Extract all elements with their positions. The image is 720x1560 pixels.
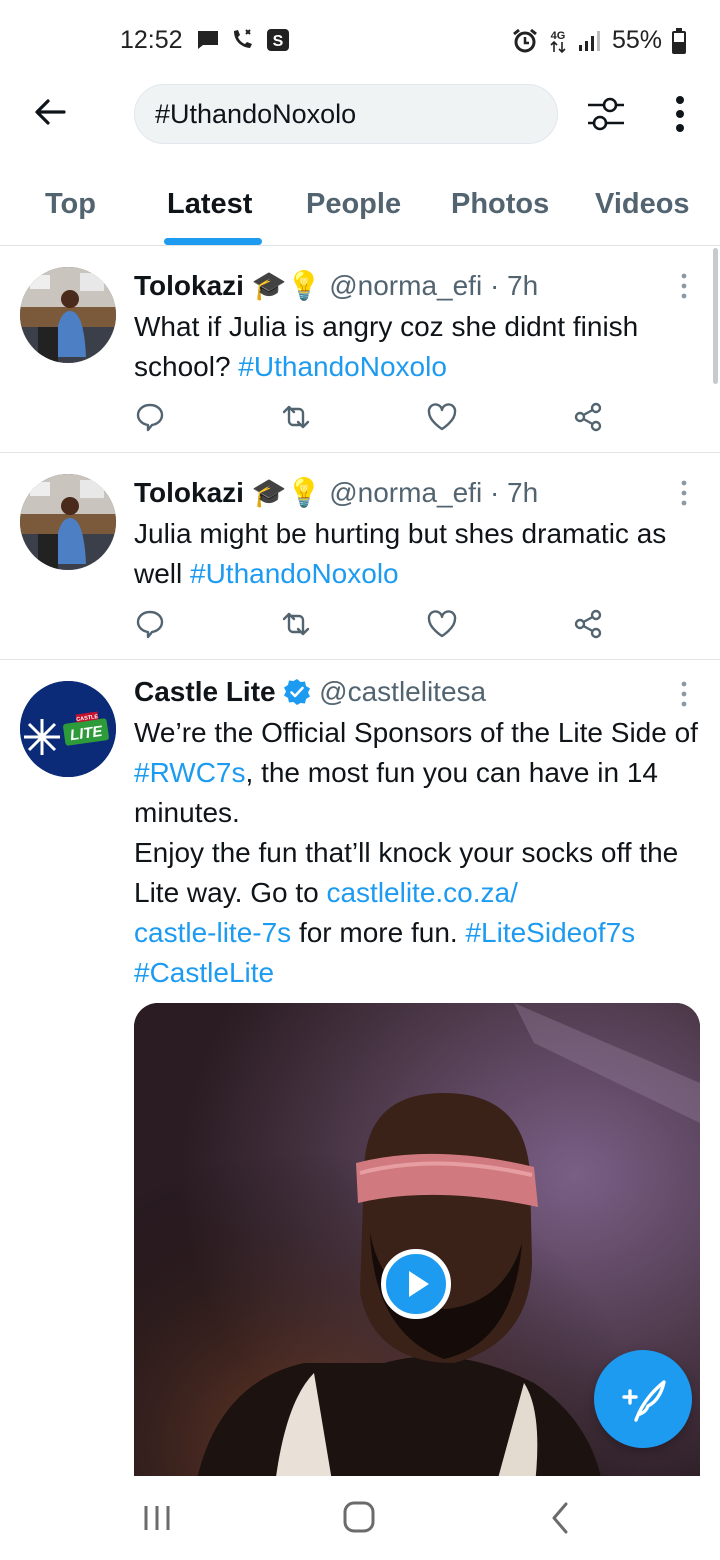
reply-icon[interactable] <box>134 608 166 640</box>
like-icon[interactable] <box>426 608 458 640</box>
tweet-text-content: for more fun. <box>291 917 466 948</box>
play-icon <box>409 1271 429 1297</box>
tweet-more-icon[interactable] <box>674 679 694 709</box>
name-emojis: 🎓💡 <box>251 477 322 508</box>
tweet-body: Tolokazi 🎓💡 @norma_efi · 7h Julia might … <box>134 476 700 594</box>
author-handle[interactable]: @norma_efi <box>329 477 482 508</box>
tweet-actions <box>134 608 614 644</box>
like-icon[interactable] <box>426 401 458 433</box>
tweet[interactable]: Tolokazi 🎓💡 @norma_efi · 7h Julia might … <box>0 454 720 660</box>
s-app-icon: S <box>267 29 289 51</box>
tweet-actions <box>134 401 614 437</box>
author-name[interactable]: Tolokazi <box>134 477 244 508</box>
author-handle[interactable]: @norma_efi <box>329 270 482 301</box>
hashtag-link[interactable]: #CastleLite <box>134 957 274 988</box>
reply-icon[interactable] <box>134 401 166 433</box>
signal-icon <box>578 30 600 51</box>
share-icon[interactable] <box>572 608 604 640</box>
tab-videos[interactable]: Videos <box>595 188 690 221</box>
hashtag-link[interactable]: #LiteSideof7s <box>465 917 635 948</box>
battery-percent: 55% <box>611 26 662 54</box>
search-input[interactable]: #UthandoNoxolo <box>134 84 558 144</box>
tweet-text-content: We’re the Official Sponsors of the Lite … <box>134 717 698 748</box>
compose-feather-icon <box>622 1380 666 1422</box>
retweet-icon[interactable] <box>280 401 312 433</box>
status-left-icons: S <box>196 28 290 52</box>
retweet-icon[interactable] <box>280 608 312 640</box>
search-query[interactable]: #UthandoNoxolo <box>155 99 356 130</box>
tab-photos[interactable]: Photos <box>451 188 549 221</box>
recent-apps-icon[interactable] <box>132 1496 182 1540</box>
system-nav-bar <box>0 1476 720 1560</box>
tweet-header: Tolokazi 🎓💡 @norma_efi · 7h <box>134 269 700 303</box>
author-name[interactable]: Tolokazi <box>134 270 244 301</box>
name-emojis: 🎓💡 <box>251 270 322 301</box>
tweet-more-icon[interactable] <box>674 271 694 301</box>
author-handle[interactable]: @castlelitesa <box>319 676 486 707</box>
tab-latest[interactable]: Latest <box>167 188 252 221</box>
tab-top[interactable]: Top <box>45 188 96 221</box>
tweet-time: · 7h <box>489 270 539 301</box>
tweet-more-icon[interactable] <box>674 478 694 508</box>
hashtag-link[interactable]: #UthandoNoxolo <box>238 351 447 382</box>
status-time: 12:52 <box>120 26 183 54</box>
tweet-header: Tolokazi 🎓💡 @norma_efi · 7h <box>134 476 700 510</box>
tweet-header: Castle Lite @castlelitesa <box>134 675 700 709</box>
snowflake-icon <box>24 719 60 755</box>
svg-text:S: S <box>273 33 284 50</box>
tweet-text: We’re the Official Sponsors of the Lite … <box>134 713 700 993</box>
network-4g-icon: 4G <box>550 30 566 53</box>
tab-people[interactable]: People <box>306 188 401 221</box>
home-icon[interactable] <box>334 1496 384 1540</box>
tweet-body: Tolokazi 🎓💡 @norma_efi · 7h What if Juli… <box>134 269 700 387</box>
back-arrow-icon[interactable] <box>28 90 72 134</box>
filter-sliders-icon[interactable] <box>584 92 628 136</box>
avatar[interactable] <box>20 267 116 363</box>
play-button[interactable] <box>381 1249 451 1319</box>
alarm-icon <box>513 28 537 52</box>
tweet-time: · 7h <box>489 477 539 508</box>
tweet-body: Castle Lite @castlelitesa We’re the Offi… <box>134 675 700 993</box>
avatar[interactable] <box>20 474 116 570</box>
compose-tweet-button[interactable] <box>594 1350 692 1448</box>
wifi-call-icon <box>234 29 252 48</box>
status-bar: 12:52 S 4G 55% <box>0 0 720 80</box>
share-icon[interactable] <box>572 401 604 433</box>
tweet[interactable]: Tolokazi 🎓💡 @norma_efi · 7h What if Juli… <box>0 247 720 453</box>
status-right: 4G 55% <box>512 26 686 55</box>
hashtag-link[interactable]: #RWC7s <box>134 757 246 788</box>
search-header: #UthandoNoxolo <box>0 80 720 162</box>
message-icon <box>198 31 218 49</box>
avatar[interactable]: LITE CASTLE <box>20 681 116 777</box>
svg-text:4G: 4G <box>551 30 566 42</box>
active-tab-indicator <box>164 238 262 245</box>
tweet-text: What if Julia is angry coz she didnt fin… <box>134 307 700 387</box>
hashtag-link[interactable]: #UthandoNoxolo <box>190 558 399 589</box>
battery-icon <box>672 27 686 54</box>
search-tabs: Top Latest People Photos Videos <box>0 170 720 246</box>
back-nav-icon[interactable] <box>536 1496 586 1540</box>
more-vertical-icon[interactable] <box>664 92 696 136</box>
verified-badge-icon <box>284 679 311 705</box>
tweet-text: Julia might be hurting but shes dramatic… <box>134 514 700 594</box>
author-name[interactable]: Castle Lite <box>134 676 276 707</box>
